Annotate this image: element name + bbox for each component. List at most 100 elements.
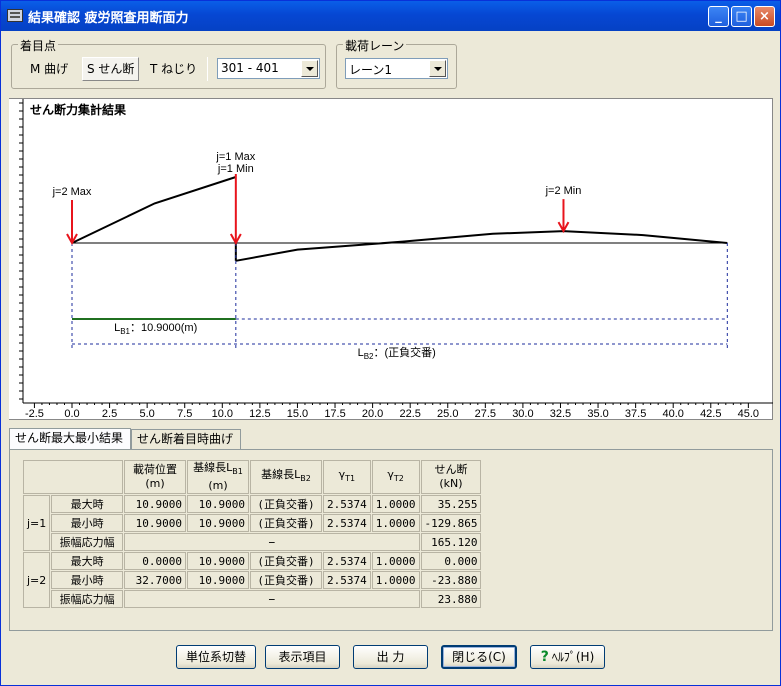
shear-curves: [71, 176, 728, 262]
cell-gamma-t1: 2.5374: [323, 514, 371, 533]
cell-amplitude-dash: −: [124, 590, 420, 609]
cell-gamma-t1: 2.5374: [323, 552, 371, 571]
load-lane-group: 載荷レーン レーン1: [336, 37, 457, 89]
result-table: 載荷位置 (m) 基線長LB1 (m) 基線長LB2 γT1 γT2 せん断 (kN)…: [22, 459, 483, 610]
maximize-button[interactable]: □: [731, 6, 752, 27]
tab-shear[interactable]: S せん断: [82, 57, 140, 81]
x-tick-label: 35.0: [587, 408, 608, 420]
header-base-length-lb1: 基線長LB1 (m): [187, 460, 249, 495]
range-select[interactable]: 301 - 401: [217, 58, 320, 79]
help-button[interactable]: ? ﾍﾙﾌﾟ(H): [530, 645, 605, 669]
table-row: j=2 最大時 0.0000 10.9000 (正負交番) 2.5374 1.0…: [23, 552, 482, 609]
cell-amplitude-dash: −: [124, 533, 420, 552]
help-icon: ?: [540, 649, 549, 665]
load-annotations: j=2 Max j=1 Maxj=1 Min j=2 Min: [52, 151, 582, 198]
cell-load-position: 32.7000: [124, 571, 186, 590]
title-bar[interactable]: 結果確認 疲労照査用断面力 _ □ ×: [1, 1, 780, 31]
group-label-j1: j=1: [23, 495, 51, 552]
table-row: 振幅応力幅 − 23.880: [23, 590, 482, 609]
x-tick-label: 40.0: [662, 408, 683, 420]
cell-load-position: 10.9000: [124, 514, 186, 533]
cell-gamma-t1: 2.5374: [323, 571, 371, 590]
dimension-lines: [71, 243, 728, 351]
x-tick-label: 0.0: [64, 408, 79, 420]
dialog-window: 結果確認 疲労照査用断面力 _ □ × 着目点 M 曲げ S せん断 T ねじり…: [0, 0, 781, 686]
tab-shear-moment[interactable]: せん断着目時曲げ: [131, 429, 241, 449]
annotation-label: j=2 Max: [52, 186, 92, 198]
x-tick-label: 5.0: [140, 408, 155, 420]
output-button[interactable]: 出 力: [353, 645, 428, 669]
table-header-row: 載荷位置 (m) 基線長LB1 (m) 基線長LB2 γT1 γT2 せん断 (kN): [23, 460, 482, 495]
tab-shear-maxmin[interactable]: せん断最大最小結果: [9, 428, 131, 450]
close-window-button[interactable]: ×: [754, 6, 775, 27]
table-row: 最小時 32.7000 10.9000 (正負交番) 2.5374 1.0000…: [23, 571, 482, 590]
x-tick-label: 32.5: [550, 408, 571, 420]
header-load-position: 載荷位置 (m): [124, 460, 186, 495]
lane-select[interactable]: レーン1: [345, 58, 448, 79]
group-divider: [207, 57, 208, 81]
x-tick-label: 30.0: [512, 408, 533, 420]
x-tick-label: 27.5: [475, 408, 496, 420]
row-label: 最大時: [51, 552, 123, 571]
table-row: 振幅応力幅 − 165.120: [23, 533, 482, 552]
cell-shear: -23.880: [420, 571, 482, 590]
cell-load-position: 0.0000: [124, 552, 186, 571]
close-button[interactable]: 閉じる(C): [441, 645, 517, 669]
cell-gamma-t2: 1.0000: [371, 571, 420, 590]
table-row: j=1 最大時 10.9000 10.9000 (正負交番) 2.5374 1.…: [23, 495, 482, 552]
app-icon: [7, 9, 23, 22]
lb1-label: LB1：10.9000(m): [114, 322, 197, 336]
cell-shear: 0.000: [420, 552, 482, 571]
cell-gamma-t2: 1.0000: [371, 514, 420, 533]
cell-lb2: (正負交番): [250, 552, 322, 571]
x-tick-label: 42.5: [700, 408, 721, 420]
x-tick-label: 25.0: [437, 408, 458, 420]
chevron-down-icon[interactable]: [301, 60, 318, 77]
cell-lb1: 10.9000: [187, 571, 249, 590]
y-axis-ticks: [19, 102, 23, 400]
header-base-length-lb2: 基線長LB2: [250, 460, 322, 495]
table-row: 最小時 10.9000 10.9000 (正負交番) 2.5374 1.0000…: [23, 514, 482, 533]
display-items-button[interactable]: 表示項目: [265, 645, 340, 669]
shear-chart-area: せん断力集計結果 -2.5 0.0 2.5 5.0 7.5 10.0 12.5 15.0 17.…: [9, 98, 773, 420]
shear-chart: せん断力集計結果 -2.5 0.0 2.5 5.0 7.5 10.0 12.5 15.0 17.…: [19, 99, 773, 420]
x-tick-label: 20.0: [362, 408, 383, 420]
focus-point-group: 着目点 M 曲げ S せん断 T ねじり 301 - 401: [11, 37, 326, 89]
row-label: 振幅応力幅: [51, 533, 123, 552]
x-axis-tick-labels: -2.5 0.0 2.5 5.0 7.5 10.0 12.5 15.0 17.5 20.0 22.5…: [25, 408, 759, 420]
tab-torsion[interactable]: T ねじり: [146, 58, 201, 82]
header-gamma-t2: γT2: [371, 460, 420, 495]
cell-lb1: 10.9000: [187, 495, 249, 514]
cell-amplitude: 23.880: [420, 590, 482, 609]
chart-title: せん断力集計結果: [30, 102, 126, 117]
cell-shear: 35.255: [420, 495, 482, 514]
focus-point-legend: 着目点: [18, 37, 59, 54]
x-tick-label: 10.0: [212, 408, 233, 420]
chevron-down-icon[interactable]: [429, 60, 446, 77]
tab-moment[interactable]: M 曲げ: [26, 58, 72, 82]
header-blank: [23, 460, 123, 495]
annotation-label: j=1 Max: [215, 151, 255, 163]
cell-lb1: 10.9000: [187, 514, 249, 533]
cell-gamma-t1: 2.5374: [323, 495, 371, 514]
load-lane-legend: 載荷レーン: [343, 37, 407, 54]
row-label: 最小時: [51, 514, 123, 533]
cell-amplitude: 165.120: [420, 533, 482, 552]
x-tick-label: 22.5: [399, 408, 420, 420]
range-select-value: 301 - 401: [221, 61, 279, 75]
x-tick-label: 45.0: [738, 408, 759, 420]
cell-lb2: (正負交番): [250, 514, 322, 533]
header-shear: せん断 (kN): [420, 460, 482, 495]
x-tick-label: 17.5: [324, 408, 345, 420]
unit-switch-button[interactable]: 単位系切替: [176, 645, 256, 669]
row-label: 最小時: [51, 571, 123, 590]
cell-shear: -129.865: [420, 514, 482, 533]
lb2-label: LB2：(正負交番): [358, 345, 436, 361]
cell-gamma-t2: 1.0000: [371, 552, 420, 571]
x-tick-label: 37.5: [625, 408, 646, 420]
minimize-button[interactable]: _: [708, 6, 729, 27]
x-tick-label: -2.5: [25, 408, 44, 420]
annotation-label: j=2 Min: [545, 185, 582, 197]
shear-curve-1: [71, 176, 237, 244]
annotation-label: j=1 Min: [217, 163, 254, 175]
